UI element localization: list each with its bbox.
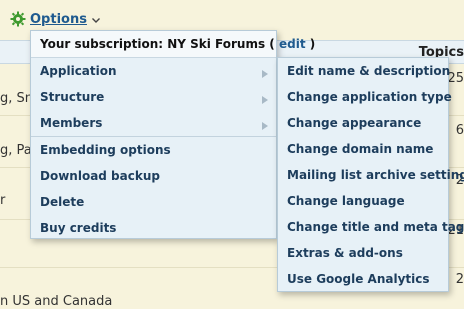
gear-icon: [10, 11, 26, 27]
row-title: n US and Canada: [0, 294, 113, 309]
submenu-item-label: Extras & add-ons: [287, 246, 403, 260]
menu-item-application[interactable]: Application: [31, 58, 276, 84]
chevron-down-icon: [91, 14, 101, 24]
subscription-header: Your subscription: NY Ski Forums ( edit …: [31, 31, 315, 58]
subscription-label: Your subscription: NY Ski Forums (: [40, 37, 275, 51]
options-label: Options: [30, 11, 87, 27]
submenu-item-google-analytics[interactable]: Use Google Analytics: [278, 266, 448, 292]
menu-item-label: Download backup: [40, 169, 160, 183]
submenu-item-label: Mailing list archive settings: [287, 168, 464, 182]
submenu-item-change-language[interactable]: Change language: [278, 188, 448, 214]
menu-item-download-backup[interactable]: Download backup: [31, 163, 276, 189]
menu-item-delete[interactable]: Delete: [31, 189, 276, 215]
options-dropdown-menu: Your subscription: NY Ski Forums ( edit …: [30, 30, 315, 241]
submenu-item-label: Change appearance: [287, 116, 422, 130]
submenu-item-change-title-meta[interactable]: Change title and meta tags: [278, 214, 464, 240]
submenu-item-mailing-list-archive[interactable]: Mailing list archive settings: [278, 162, 464, 188]
submenu-item-change-domain-name[interactable]: Change domain name: [278, 136, 448, 162]
chevron-right-icon: [262, 119, 268, 130]
menu-item-label: Members: [40, 116, 103, 130]
menu-item-embedding-options[interactable]: Embedding options: [31, 137, 276, 163]
submenu-item-label: Use Google Analytics: [287, 272, 430, 286]
chevron-right-icon: [262, 67, 268, 78]
menu-item-structure[interactable]: Structure: [31, 84, 276, 110]
chevron-right-icon: [262, 93, 268, 104]
subscription-label-close: ): [309, 37, 316, 51]
menu-item-label: Structure: [40, 90, 105, 104]
submenu-item-label: Change application type: [287, 90, 452, 104]
application-submenu: Edit name & description Change applicati…: [277, 57, 464, 292]
row-topic-count: 6: [455, 123, 464, 138]
submenu-item-extras-addons[interactable]: Extras & add-ons: [278, 240, 448, 266]
submenu-item-label: Change language: [287, 194, 405, 208]
submenu-item-label: Edit name & description: [287, 64, 451, 78]
submenu-item-edit-name[interactable]: Edit name & description: [278, 58, 451, 84]
submenu-item-label: Change title and meta tags: [287, 220, 464, 234]
menu-item-label: Embedding options: [40, 143, 171, 157]
edit-subscription-link[interactable]: edit: [279, 37, 306, 51]
options-menu-button[interactable]: Options: [10, 10, 101, 28]
menu-item-label: Delete: [40, 195, 85, 209]
submenu-item-change-appearance[interactable]: Change appearance: [278, 110, 448, 136]
submenu-item-change-application-type[interactable]: Change application type: [278, 84, 452, 110]
menu-item-label: Application: [40, 64, 117, 78]
submenu-item-label: Change domain name: [287, 142, 434, 156]
row-title: r: [0, 193, 6, 208]
row-topic-count: 2: [455, 272, 464, 287]
menu-item-buy-credits[interactable]: Buy credits: [31, 215, 276, 241]
menu-item-label: Buy credits: [40, 221, 117, 235]
menu-item-members[interactable]: Members: [31, 110, 276, 136]
